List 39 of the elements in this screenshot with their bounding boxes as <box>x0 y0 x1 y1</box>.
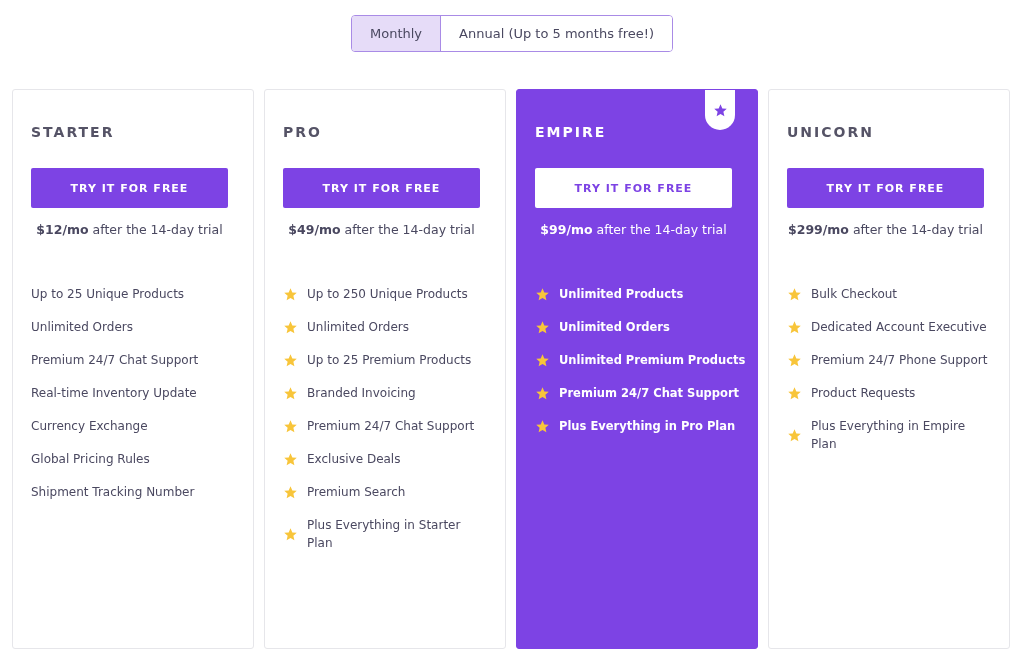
plan-price: $49/mo after the 14-day trial <box>287 222 476 237</box>
feature-text: Plus Everything in Pro Plan <box>559 418 736 435</box>
feature-text: Unlimited Premium Products <box>559 352 746 369</box>
feature-text: Currency Exchange <box>31 418 148 435</box>
feature-text: Premium Search <box>307 484 406 501</box>
feature-text: Product Requests <box>811 385 916 402</box>
feature-text: Shipment Tracking Number <box>31 484 195 501</box>
try-free-button[interactable]: TRY IT FOR FREE <box>787 168 984 208</box>
feature-text: Up to 250 Unique Products <box>307 286 468 303</box>
star-icon <box>712 102 728 118</box>
feature-text: Unlimited Orders <box>31 319 133 336</box>
feature-text: Unlimited Orders <box>307 319 409 336</box>
feature-text: Unlimited Products <box>559 286 684 303</box>
plan-name: UNICORN <box>787 124 875 140</box>
feature-text: Exclusive Deals <box>307 451 401 468</box>
feature-text: Unlimited Orders <box>559 319 670 336</box>
try-free-button[interactable]: TRY IT FOR FREE <box>535 168 732 208</box>
feature-text: Global Pricing Rules <box>31 451 150 468</box>
feature-text: Plus Everything in Starter Plan <box>307 517 462 552</box>
feature-text: Premium 24/7 Chat Support <box>559 385 740 402</box>
feature-text: Bulk Checkout <box>811 286 898 303</box>
feature-text: Premium 24/7 Chat Support <box>31 352 199 369</box>
feature-text: Dedicated Account Executive <box>811 319 987 336</box>
plan-price: $99/mo after the 14-day trial <box>539 222 728 237</box>
plan-price: $12/mo after the 14-day trial <box>35 222 224 237</box>
feature-text: Premium 24/7 Chat Support <box>307 418 475 435</box>
feature-text: Plus Everything in Empire Plan <box>811 418 967 453</box>
feature-text: Real-time Inventory Update <box>31 385 197 402</box>
plan-name: STARTER <box>31 124 116 140</box>
feature-text: Premium 24/7 Phone Support <box>811 352 988 369</box>
feature-text: Branded Invoicing <box>307 385 416 402</box>
try-free-button[interactable]: TRY IT FOR FREE <box>31 168 228 208</box>
billing-tab[interactable]: Monthly <box>352 16 442 51</box>
feature-text: Up to 25 Premium Products <box>307 352 472 369</box>
plan-name: EMPIRE <box>535 124 608 140</box>
try-free-button[interactable]: TRY IT FOR FREE <box>283 168 480 208</box>
plan-price: $299/mo after the 14-day trial <box>787 222 984 237</box>
plan-name: PRO <box>283 124 323 140</box>
feature-text: Up to 25 Unique Products <box>31 286 185 303</box>
